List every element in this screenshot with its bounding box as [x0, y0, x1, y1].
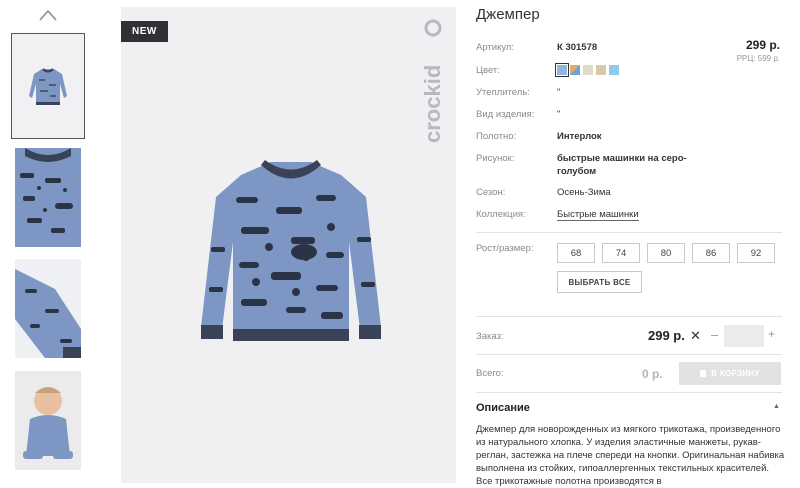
- color-swatch[interactable]: [555, 63, 569, 77]
- cart-icon: [700, 370, 707, 377]
- size-option-86[interactable]: 86: [692, 243, 730, 263]
- recommended-price: РРЦ: 599 р.: [736, 54, 780, 63]
- item-type-label: Вид изделия:: [476, 109, 535, 120]
- size-option-92[interactable]: 92: [737, 243, 775, 263]
- size-options: 68 74 80 86 92: [557, 243, 775, 263]
- divider: [476, 232, 782, 233]
- pattern-label: Рисунок:: [476, 153, 515, 164]
- thumbnail-gallery: [0, 0, 100, 483]
- description-heading: Описание: [476, 402, 530, 414]
- color-label: Цвет:: [476, 65, 500, 76]
- quantity-decrease-button[interactable]: –: [711, 327, 718, 342]
- insulation-label: Утеплитель:: [476, 87, 530, 98]
- collection-link-text[interactable]: Быстрые машинки: [557, 209, 639, 221]
- color-swatch[interactable]: [596, 65, 606, 75]
- insulation-value: ": [557, 87, 561, 98]
- order-price: 299 р.: [648, 328, 685, 343]
- collection-label: Коллекция:: [476, 209, 526, 220]
- order-label: Заказ:: [476, 331, 504, 342]
- collapse-description-icon[interactable]: ▲: [773, 403, 780, 410]
- remove-order-icon[interactable]: ✕: [690, 328, 701, 344]
- add-to-cart-button[interactable]: В КОРЗИНУ: [679, 362, 781, 385]
- thumbnail-print-image: [15, 148, 81, 247]
- thumbnail-sleeve-image: [15, 259, 81, 358]
- product-title: Джемпер: [476, 6, 540, 23]
- main-product-image: NEW crockid: [121, 7, 456, 483]
- total-label: Всего:: [476, 368, 504, 379]
- season-value: Осень-Зима: [557, 187, 611, 198]
- pattern-value-line1: быстрые машинки на серо-: [557, 153, 687, 164]
- thumbnail-detail-print[interactable]: [15, 148, 81, 247]
- color-swatch[interactable]: [609, 65, 619, 75]
- divider: [476, 354, 782, 355]
- sweater-image: [201, 160, 381, 341]
- color-swatch[interactable]: [570, 65, 580, 75]
- article-label: Артикул:: [476, 42, 515, 53]
- article-value: К 301578: [557, 42, 598, 53]
- size-option-80[interactable]: 80: [647, 243, 685, 263]
- thumbnail-sweater-image: [12, 34, 84, 138]
- season-label: Сезон:: [476, 187, 506, 198]
- fabric-value: Интерлок: [557, 131, 602, 142]
- thumbnail-sleeve[interactable]: [15, 259, 81, 358]
- item-type-value: ": [557, 109, 561, 120]
- total-value: 0 р.: [642, 367, 663, 381]
- size-option-68[interactable]: 68: [557, 243, 595, 263]
- quantity-input[interactable]: [724, 325, 764, 347]
- color-swatch[interactable]: [583, 65, 593, 75]
- thumbnail-front[interactable]: [11, 33, 85, 139]
- chevron-up-icon[interactable]: [38, 8, 58, 22]
- add-to-cart-label: В КОРЗИНУ: [711, 369, 760, 378]
- color-swatches: [555, 63, 619, 77]
- product-price: 299 р.: [745, 38, 780, 52]
- size-option-74[interactable]: 74: [602, 243, 640, 263]
- thumbnail-baby-image: [15, 371, 81, 470]
- collection-link[interactable]: Быстрые машинки: [557, 209, 639, 221]
- divider: [476, 316, 782, 317]
- pattern-value-line2: голубом: [557, 166, 597, 177]
- description-text: Джемпер для новорожденных из мягкого три…: [476, 424, 785, 487]
- quantity-increase-button[interactable]: +: [768, 327, 775, 341]
- divider: [476, 392, 782, 393]
- size-label: Рост/размер:: [476, 243, 534, 254]
- fabric-label: Полотно:: [476, 131, 517, 142]
- select-all-sizes-button[interactable]: ВЫБРАТЬ ВСЕ: [557, 271, 642, 293]
- thumbnail-baby-photo[interactable]: [15, 371, 81, 470]
